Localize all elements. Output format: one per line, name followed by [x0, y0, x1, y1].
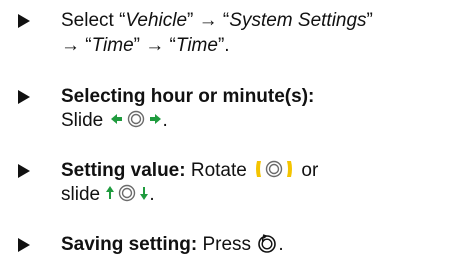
instruction-page: { "steps": [ { "id": "select-menu", "lin…	[0, 0, 453, 262]
step-line: Select “Vehicle” → “System Settings”	[61, 10, 373, 32]
bullet-icon	[18, 14, 30, 28]
rotate-controller-icon	[252, 158, 296, 180]
step-line: slide .	[61, 184, 155, 206]
step-text: slide	[61, 184, 101, 205]
step-text: Rotate	[185, 160, 247, 181]
step-line: Setting value: Rotate or	[61, 160, 318, 182]
slide-left-right-controller-icon	[109, 109, 163, 129]
step-text: ”	[366, 10, 373, 31]
step-text: Select “	[61, 10, 126, 31]
step-text: or	[301, 160, 319, 181]
step-text: Slide	[61, 110, 104, 131]
bullet-icon	[18, 164, 30, 178]
step-set-value: Setting value: Rotate or slide .	[18, 160, 448, 218]
step-line: Saving setting: Press .	[61, 234, 284, 256]
press-controller-icon	[256, 232, 278, 254]
step-text: .	[162, 110, 168, 131]
step-text: ”.	[217, 35, 230, 56]
bullet-icon	[18, 238, 30, 252]
step-line: → “Time” → “Time”.	[61, 35, 230, 57]
menu-item-time-sub: Time	[175, 35, 218, 56]
step-text: ” → “	[187, 10, 230, 31]
step-select-hour-minute: Selecting hour or minute(s): Slide .	[18, 86, 448, 144]
step-save-setting: Saving setting: Press .	[18, 234, 448, 262]
step-line: Slide .	[61, 110, 168, 132]
step-text: Press	[197, 234, 252, 255]
menu-item-time: Time	[91, 35, 134, 56]
bullet-icon	[18, 90, 30, 104]
slide-up-down-controller-icon	[105, 183, 149, 203]
step-text: ” → “	[133, 35, 176, 56]
step-text: .	[149, 184, 155, 205]
step-heading: Saving setting:	[61, 234, 198, 255]
menu-item-system-settings: System Settings	[229, 10, 367, 31]
menu-item-vehicle: Vehicle	[125, 10, 188, 31]
step-heading: Setting value:	[61, 160, 186, 181]
step-text: .	[278, 234, 284, 255]
step-heading: Selecting hour or minute(s):	[61, 86, 315, 107]
step-select-menu: Select “Vehicle” → “System Settings” → “…	[18, 10, 448, 68]
step-text: → “	[61, 35, 92, 56]
